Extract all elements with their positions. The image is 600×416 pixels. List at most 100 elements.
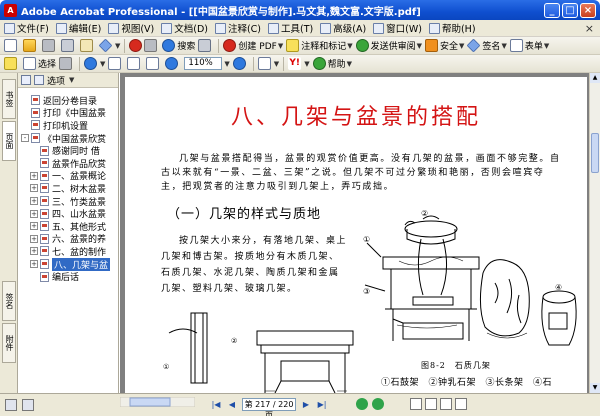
bookmark-label: 三、竹类盆景 — [52, 197, 107, 208]
zoom-dropdown-icon[interactable]: ▼ — [224, 60, 229, 68]
single-page-icon[interactable] — [410, 398, 422, 410]
bookmark-item[interactable]: + 一、盆景概论 — [18, 170, 118, 182]
hand-tool-button[interactable] — [4, 56, 20, 72]
continuous-icon[interactable] — [425, 398, 437, 410]
security-button[interactable]: 安全 ▼ — [425, 38, 464, 54]
fit-page-button[interactable] — [127, 56, 143, 72]
stop-button[interactable] — [129, 38, 159, 54]
scroll-thumb[interactable] — [591, 133, 599, 173]
previous-page-button[interactable]: ◀ — [225, 398, 239, 411]
menu-comments[interactable]: 注释(C) — [213, 21, 266, 35]
restore-button[interactable]: □ — [562, 2, 578, 18]
minimize-button[interactable]: _ — [544, 2, 560, 18]
print-tool-button[interactable] — [198, 38, 214, 54]
next-view-icon[interactable] — [372, 398, 384, 410]
tab-attachments[interactable]: 附件 — [2, 323, 16, 363]
menu-tools[interactable]: 工具(T) — [266, 21, 318, 35]
expand-icon[interactable]: + — [30, 197, 38, 206]
next-page-button[interactable]: ▶ — [299, 398, 313, 411]
comment-markup-button[interactable]: 注释和标记 ▼ — [286, 38, 353, 54]
bookmark-icon — [31, 95, 40, 106]
bookmark-item[interactable]: + 五、其他形式 — [18, 220, 118, 233]
expand-icon[interactable]: + — [30, 247, 38, 256]
continuous-facing-icon[interactable] — [455, 398, 467, 410]
tab-bookmarks[interactable]: 书签 — [2, 79, 16, 119]
facing-icon[interactable] — [440, 398, 452, 410]
bookmark-item[interactable]: - 《中国盆景欣赏 — [18, 132, 118, 145]
bookmark-item[interactable]: 编后话 — [18, 270, 118, 283]
bookmark-list: 返回分卷目录 打印《中国盆景 打印机设置 - 《中国盆景欣赏 感谢同时 借盆景作品欣赏 + 一… — [18, 88, 118, 283]
rotate-button[interactable]: ▼ — [257, 56, 279, 72]
menu-view[interactable]: 视图(V) — [106, 21, 159, 35]
search-button[interactable]: 搜索 — [162, 38, 195, 54]
menu-window[interactable]: 窗口(W) — [371, 21, 427, 35]
print-button[interactable] — [61, 38, 77, 54]
bookmark-item[interactable]: 打印《中国盆景 — [18, 107, 118, 119]
bookmark-item[interactable]: + 六、盆景的养 — [18, 233, 118, 245]
page-number-input[interactable]: 第 217 / 220 页 — [242, 398, 296, 416]
create-button[interactable] — [4, 38, 20, 54]
zoom-input[interactable]: 110% — [184, 57, 223, 70]
expand-icon[interactable]: + — [30, 171, 38, 180]
open-button[interactable] — [23, 38, 39, 54]
zoom-in-button[interactable] — [232, 56, 249, 72]
fit-width-button[interactable] — [146, 56, 162, 72]
document-close-icon[interactable]: × — [585, 22, 594, 35]
snapshot-button[interactable] — [59, 56, 75, 72]
bookmark-item[interactable]: 盆景作品欣赏 — [18, 157, 118, 170]
save-button[interactable] — [42, 38, 58, 54]
bookmark-item[interactable]: 打印机设置 — [18, 119, 118, 132]
expand-icon[interactable]: + — [30, 222, 38, 231]
folder-icon — [23, 39, 36, 52]
zoom-tool-button[interactable]: ▼ — [84, 56, 105, 72]
actual-size-button[interactable] — [108, 56, 124, 72]
options-menu[interactable]: 选项 — [47, 74, 65, 87]
chevron-down-icon[interactable]: ▼ — [69, 76, 74, 84]
expand-icon[interactable]: + — [30, 234, 38, 243]
expand-icon[interactable]: + — [30, 260, 38, 269]
select-tool-button[interactable]: 选择 — [23, 56, 56, 72]
menu-edit[interactable]: 编辑(E) — [54, 21, 106, 35]
email-button[interactable] — [80, 38, 96, 54]
chevron-down-icon: ▼ — [277, 41, 284, 50]
help-button[interactable]: 帮助 ▼ — [312, 56, 352, 72]
create-pdf-button[interactable]: 创建 PDF ▼ — [223, 38, 283, 54]
sign-button[interactable]: 签名 ▼ — [467, 38, 507, 54]
bookmark-item[interactable]: + 四、山水盆景 — [18, 207, 118, 220]
scroll-down-icon[interactable]: ▼ — [590, 383, 600, 393]
chevron-down-icon: ▼ — [416, 41, 423, 50]
tab-signatures[interactable]: 签名 — [2, 281, 16, 321]
zoom-out-button[interactable] — [165, 56, 181, 72]
first-page-button[interactable]: |◀ — [209, 398, 223, 411]
bookmark-item[interactable]: 返回分卷目录 — [18, 94, 118, 107]
menu-advanced[interactable]: 高级(A) — [318, 21, 371, 35]
tab-pages[interactable]: 页面 — [2, 121, 16, 161]
bookmark-item[interactable]: + 三、竹类盆景 — [18, 195, 118, 208]
send-review-button[interactable]: 发送供审阅 ▼ — [355, 38, 423, 54]
expand-icon[interactable]: + — [30, 209, 38, 218]
scroll-up-icon[interactable]: ▲ — [590, 73, 600, 83]
expand-icon[interactable]: + — [30, 184, 38, 193]
bookmark-item[interactable]: + 七、盆的制作 — [18, 245, 118, 258]
figure-marker-1: ① — [363, 235, 371, 244]
menu-document[interactable]: 文档(D) — [159, 21, 213, 35]
close-button[interactable]: × — [580, 2, 596, 18]
collapse-icon[interactable]: - — [21, 134, 29, 143]
vertical-scrollbar[interactable]: ▲ ▼ — [589, 73, 600, 393]
previous-view-icon[interactable] — [356, 398, 368, 410]
bookmark-item[interactable]: + 二、树木盆景 — [18, 182, 118, 195]
toolbar-separator — [283, 56, 285, 71]
figure-marker-4: ④ — [555, 283, 563, 292]
delete-bookmark-icon[interactable] — [21, 75, 31, 85]
bookmark-item[interactable]: 感谢同时 借 — [18, 144, 118, 157]
yahoo-button[interactable]: Y! ▼ — [288, 56, 310, 72]
edit-pen-button[interactable]: ▼ — [98, 38, 120, 54]
bookmark-item[interactable]: + 八、几架与盆 — [18, 257, 118, 271]
menu-help[interactable]: 帮助(H) — [427, 21, 481, 35]
document-view[interactable]: 八、几架与盆景的搭配 几架与盆景搭配得当，盆景的观赏价值更高。没有几架的盆景，画… — [120, 73, 589, 393]
new-bookmark-icon[interactable] — [34, 75, 44, 85]
menu-file[interactable]: 文件(F) — [2, 21, 54, 35]
last-page-button[interactable]: ▶| — [315, 398, 329, 411]
form-button[interactable]: 表单 ▼ — [509, 38, 549, 54]
horizontal-scrollbar[interactable] — [120, 397, 195, 407]
